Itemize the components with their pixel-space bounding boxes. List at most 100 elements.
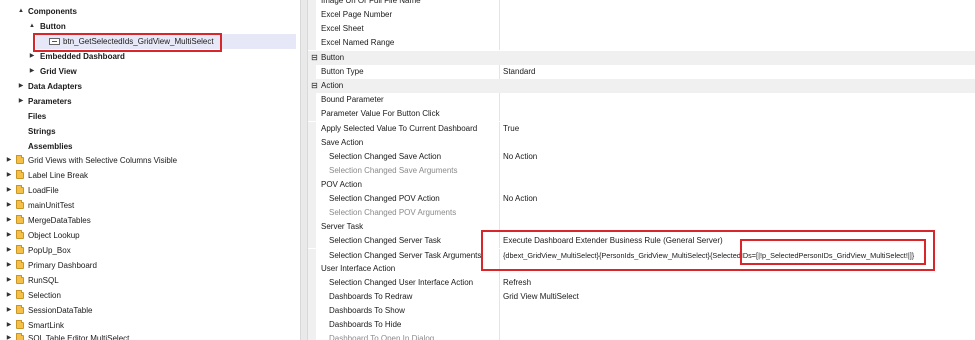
property-value[interactable]: Standard [503,65,535,79]
expand-arrow-icon[interactable]: ▶ [17,94,25,109]
expand-arrow-icon[interactable]: ▶ [5,198,13,213]
property-value[interactable]: {dbext_GridView_MultiSelect}{PersonIds_G… [503,249,914,263]
expand-arrow-icon[interactable]: ▶ [28,64,36,79]
tree-node-label: Object Lookup [28,231,80,240]
tree-node-assemblies[interactable]: Assemblies [0,139,300,154]
property-row[interactable]: Selection Changed Save Action No Action [308,150,975,164]
tree-node-dashboard[interactable]: ▶ MergeDataTables [0,213,300,228]
property-row[interactable]: Excel Sheet [308,22,975,36]
collapse-icon[interactable]: ⊟ [311,79,318,93]
tree-node-strings[interactable]: Strings [0,124,300,139]
expand-arrow-icon[interactable]: ▶ [5,243,13,258]
property-row[interactable]: Excel Page Number [308,8,975,22]
tree-node-embedded-dashboard[interactable]: ▶ Embedded Dashboard [0,49,300,64]
tree-node-parameters[interactable]: ▶ Parameters [0,94,300,109]
expand-arrow-icon[interactable]: ▶ [5,258,13,273]
property-name: Excel Sheet [321,24,364,33]
property-value[interactable]: No Action [503,150,537,164]
tree-node-dashboard[interactable]: ▶ Selection [0,288,300,303]
property-row[interactable]: Dashboard To Open In Dialog [308,332,975,340]
property-value[interactable]: True [503,122,519,136]
expand-arrow-icon[interactable]: ▶ [5,228,13,243]
property-value[interactable]: Refresh [503,276,531,290]
category-action[interactable]: ⊟ Action [308,79,975,93]
expand-arrow-icon[interactable]: ▶ [5,213,13,228]
tree-node-dashboard[interactable]: ▶ LoadFile [0,183,300,198]
tree-node-label: Embedded Dashboard [40,52,125,61]
tree-node-data-adapters[interactable]: ▶ Data Adapters [0,79,300,94]
property-row[interactable]: Dashboards To Show [308,304,975,318]
collapse-arrow-icon[interactable]: ▲ [28,19,36,34]
property-row[interactable]: User Interface Action [308,262,975,276]
tree-node-label: Assemblies [28,142,73,151]
tree-node-label: Selection [28,291,61,300]
property-row[interactable]: Button Type Standard [308,65,975,79]
tree-node-label: Primary Dashboard [28,261,97,270]
property-row[interactable]: Apply Selected Value To Current Dashboar… [308,122,975,136]
tree-node-dashboard[interactable]: ▶ PopUp_Box [0,243,300,258]
tree-node-label: LoadFile [28,186,59,195]
property-value[interactable]: No Action [503,192,537,206]
category-button[interactable]: ⊟ Button [308,51,975,65]
folder-icon [16,230,24,239]
collapse-arrow-icon[interactable]: ▲ [17,4,25,19]
tree-node-label: PopUp_Box [28,246,71,255]
property-name: User Interface Action [321,264,396,273]
button-component-icon [49,38,60,45]
property-row[interactable]: Selection Changed Save Arguments [308,164,975,178]
property-row[interactable]: Save Action [308,136,975,150]
property-value[interactable]: Execute Dashboard Extender Business Rule… [503,234,723,248]
tree-node-label: Data Adapters [28,82,82,91]
object-tree: ▲ Components ▲ Button btn_GetSelectedIds… [0,0,300,340]
expand-arrow-icon[interactable]: ▶ [28,49,36,64]
tree-node-selected-button[interactable]: btn_GetSelectedIds_GridView_MultiSelect [0,34,300,49]
folder-icon [16,290,24,299]
property-name: Button Type [321,67,364,76]
expand-arrow-icon[interactable]: ▶ [5,273,13,288]
tree-node-button[interactable]: ▲ Button [0,19,300,34]
property-row[interactable]: Selection Changed POV Arguments [308,206,975,220]
property-name: Selection Changed User Interface Action [329,278,474,287]
property-row[interactable]: Selection Changed Server Task Execute Da… [308,234,975,248]
tree-node-files[interactable]: Files [0,109,300,124]
tree-node-dashboard[interactable]: ▶ SQL Table Editor MultiSelect [0,331,300,340]
property-row[interactable]: Parameter Value For Button Click [308,107,975,121]
tree-node-dashboard[interactable]: ▶ Grid Views with Selective Columns Visi… [0,153,300,168]
property-name: Bound Parameter [321,95,384,104]
expand-arrow-icon[interactable]: ▶ [5,303,13,318]
tree-node-dashboard[interactable]: ▶ Label Line Break [0,168,300,183]
property-row[interactable]: Excel Named Range [308,36,975,50]
expand-arrow-icon[interactable]: ▶ [17,79,25,94]
tree-node-components[interactable]: ▲ Components [0,4,300,19]
tree-node-dashboard[interactable]: ▶ Object Lookup [0,228,300,243]
expand-arrow-icon[interactable]: ▶ [5,288,13,303]
property-row[interactable]: Selection Changed User Interface Action … [308,276,975,290]
expand-arrow-icon[interactable]: ▶ [5,183,13,198]
expand-arrow-icon[interactable]: ▶ [5,153,13,168]
expand-arrow-icon[interactable]: ▶ [5,168,13,183]
property-row[interactable]: Selection Changed POV Action No Action [308,192,975,206]
tree-node-dashboard[interactable]: ▶ mainUnitTest [0,198,300,213]
property-row[interactable]: Dashboards To Redraw Grid View MultiSele… [308,290,975,304]
tree-node-dashboard[interactable]: ▶ SessionDataTable [0,303,300,318]
property-row[interactable]: Selection Changed Server Task Arguments … [308,249,975,263]
property-name: Selection Changed Server Task [329,236,441,245]
property-row[interactable]: Bound Parameter [308,93,975,107]
property-row[interactable]: Dashboards To Hide [308,318,975,332]
folder-icon [16,275,24,284]
property-row[interactable]: Image Url Or Full File Name [308,0,975,8]
folder-icon [16,215,24,224]
collapse-icon[interactable]: ⊟ [311,51,318,65]
splitter[interactable] [300,0,308,340]
tree-node-dashboard[interactable]: ▶ RunSQL [0,273,300,288]
expand-arrow-icon[interactable]: ▶ [5,331,13,340]
property-row[interactable]: POV Action [308,178,975,192]
tree-node-grid-view[interactable]: ▶ Grid View [0,64,300,79]
tree-node-label: MergeDataTables [28,216,91,225]
tree-node-dashboard[interactable]: ▶ Primary Dashboard [0,258,300,273]
property-row[interactable]: Server Task [308,220,975,234]
property-name: Excel Named Range [321,38,395,47]
property-value[interactable]: Grid View MultiSelect [503,290,579,304]
tree-node-label: Components [28,7,77,16]
tree-node-label: RunSQL [28,276,59,285]
